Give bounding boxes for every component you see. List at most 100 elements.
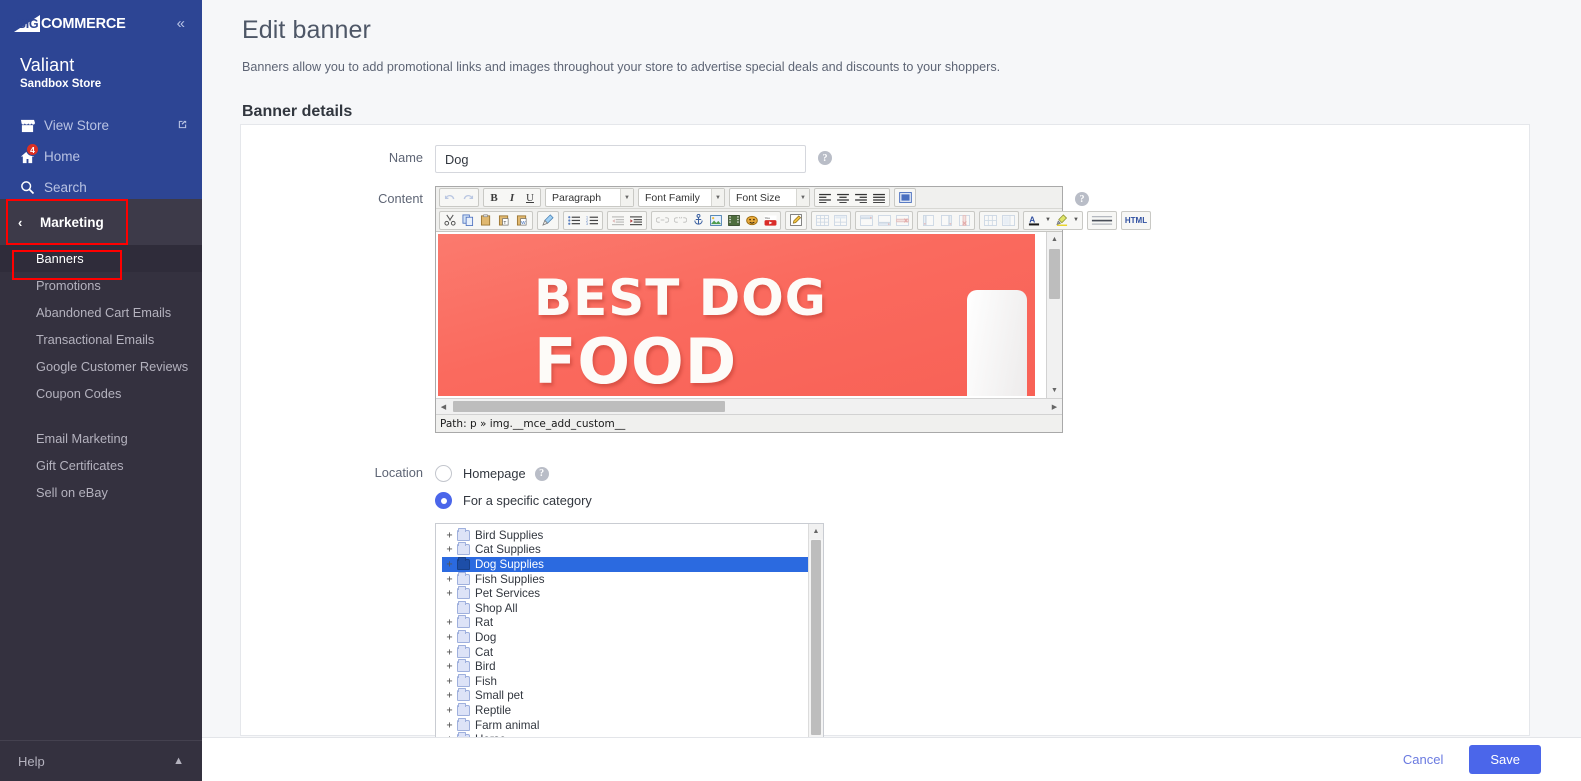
- paste-icon[interactable]: [477, 212, 495, 229]
- cut-icon[interactable]: [441, 212, 459, 229]
- youtube-icon[interactable]: You: [761, 212, 779, 229]
- category-tree-item[interactable]: + Dog Supplies: [442, 556, 823, 572]
- banner-image[interactable]: BEST DOG FOOD: [438, 234, 1035, 396]
- text-color-chevron-down-icon[interactable]: ▼: [1043, 217, 1053, 223]
- expand-toggle-icon[interactable]: +: [442, 690, 457, 701]
- background-color-chevron-down-icon[interactable]: ▼: [1071, 217, 1081, 223]
- editor-horizontal-scrollbar[interactable]: ◀ ▶: [436, 398, 1062, 414]
- delete-row-icon[interactable]: [893, 212, 911, 229]
- html-button[interactable]: HTML: [1123, 212, 1149, 229]
- location-option-homepage[interactable]: Homepage ?: [435, 460, 824, 487]
- content-help-icon[interactable]: ?: [1075, 192, 1089, 206]
- scroll-up-arrow-icon[interactable]: ▲: [1047, 232, 1062, 247]
- category-tree[interactable]: + Bird Supplies + Cat Supplies + Dog Supplies…: [435, 523, 824, 754]
- expand-toggle-icon[interactable]: +: [442, 544, 457, 555]
- sidebar-item-view-store[interactable]: View Store: [0, 110, 202, 141]
- save-button[interactable]: Save: [1469, 745, 1541, 774]
- expand-toggle-icon[interactable]: +: [442, 647, 457, 658]
- bullet-list-icon[interactable]: [565, 212, 583, 229]
- category-tree-item[interactable]: + Dog: [442, 629, 823, 645]
- radio-specific-category[interactable]: [435, 492, 452, 509]
- link-icon[interactable]: [653, 212, 671, 229]
- category-tree-item[interactable]: + Reptile: [442, 702, 823, 718]
- paste-word-icon[interactable]: W: [513, 212, 531, 229]
- double-chevron-left-icon[interactable]: «: [174, 14, 188, 33]
- category-tree-scrollbar[interactable]: ▲: [808, 524, 823, 753]
- column-after-icon[interactable]: [937, 212, 955, 229]
- insert-table-icon[interactable]: [813, 212, 831, 229]
- scroll-up-arrow-icon[interactable]: ▲: [809, 524, 823, 539]
- text-color-icon[interactable]: A: [1025, 212, 1043, 229]
- cancel-button[interactable]: Cancel: [1397, 751, 1449, 768]
- italic-button[interactable]: I: [503, 189, 521, 206]
- expand-toggle-icon[interactable]: +: [442, 661, 457, 672]
- expand-toggle-icon[interactable]: +: [442, 720, 457, 731]
- sidebar-item-google-customer-reviews[interactable]: Google Customer Reviews: [0, 353, 202, 380]
- emoji-icon[interactable]: [743, 212, 761, 229]
- paste-text-icon[interactable]: T: [495, 212, 513, 229]
- sidebar-item-coupon-codes[interactable]: Coupon Codes: [0, 380, 202, 407]
- category-tree-item[interactable]: + Bird: [442, 659, 823, 674]
- category-tree-scroll-thumb[interactable]: [811, 540, 821, 735]
- expand-toggle-icon[interactable]: +: [442, 705, 457, 716]
- category-tree-item[interactable]: Shop All: [442, 600, 823, 616]
- row-after-icon[interactable]: [875, 212, 893, 229]
- sidebar-item-home[interactable]: 4 Home: [0, 141, 202, 172]
- editor-vertical-scrollbar[interactable]: ▲ ▼: [1046, 232, 1062, 398]
- numbered-list-icon[interactable]: 123: [583, 212, 601, 229]
- expand-toggle-icon[interactable]: +: [442, 574, 457, 585]
- image-icon[interactable]: [707, 212, 725, 229]
- row-before-icon[interactable]: [857, 212, 875, 229]
- sidebar-item-sell-on-ebay[interactable]: Sell on eBay: [0, 479, 202, 506]
- expand-toggle-icon[interactable]: +: [442, 632, 457, 643]
- homepage-help-icon[interactable]: ?: [534, 466, 549, 481]
- font-family-select[interactable]: Font Family ▼: [638, 188, 725, 207]
- undo-icon[interactable]: [441, 189, 459, 206]
- background-color-icon[interactable]: [1053, 212, 1071, 229]
- radio-homepage[interactable]: [435, 465, 452, 482]
- expand-toggle-icon[interactable]: +: [442, 559, 457, 570]
- unlink-icon[interactable]: [671, 212, 689, 229]
- media-icon[interactable]: [725, 212, 743, 229]
- category-tree-item[interactable]: + Bird Supplies: [442, 527, 823, 543]
- horizontal-rule-icon[interactable]: [1089, 212, 1115, 229]
- name-help-icon[interactable]: ?: [818, 151, 832, 165]
- sidebar-section-marketing[interactable]: ‹ Marketing: [0, 199, 202, 245]
- category-tree-item[interactable]: + Pet Services: [442, 586, 823, 601]
- location-option-specific-category[interactable]: For a specific category: [435, 487, 824, 514]
- table-properties-icon[interactable]: [831, 212, 849, 229]
- name-input[interactable]: [435, 145, 806, 173]
- category-tree-item[interactable]: + Cat Supplies: [442, 542, 823, 558]
- category-tree-item[interactable]: + Fish Supplies: [442, 571, 823, 587]
- scroll-down-arrow-icon[interactable]: ▼: [1047, 383, 1062, 398]
- align-left-icon[interactable]: [816, 189, 834, 206]
- align-right-icon[interactable]: [852, 189, 870, 206]
- category-tree-item[interactable]: + Small pet: [442, 688, 823, 704]
- align-center-icon[interactable]: [834, 189, 852, 206]
- sidebar-item-promotions[interactable]: Promotions: [0, 272, 202, 299]
- expand-toggle-icon[interactable]: +: [442, 530, 457, 541]
- delete-column-icon[interactable]: [955, 212, 973, 229]
- font-size-select[interactable]: Font Size ▼: [729, 188, 810, 207]
- cleanup-brush-icon[interactable]: [539, 212, 557, 229]
- edit-source-icon[interactable]: [787, 212, 805, 229]
- sidebar-item-gift-certificates[interactable]: Gift Certificates: [0, 452, 202, 479]
- block-format-select[interactable]: Paragraph ▼: [545, 188, 634, 207]
- sidebar-item-transactional-emails[interactable]: Transactional Emails: [0, 326, 202, 353]
- redo-icon[interactable]: [459, 189, 477, 206]
- expand-toggle-icon[interactable]: +: [442, 676, 457, 687]
- column-before-icon[interactable]: [919, 212, 937, 229]
- category-tree-item[interactable]: + Rat: [442, 615, 823, 631]
- outdent-icon[interactable]: [609, 212, 627, 229]
- scroll-left-arrow-icon[interactable]: ◀: [436, 399, 451, 414]
- align-justify-icon[interactable]: [870, 189, 888, 206]
- sidebar-item-email-marketing[interactable]: Email Marketing: [0, 425, 202, 452]
- indent-icon[interactable]: [627, 212, 645, 229]
- split-cells-icon[interactable]: [981, 212, 999, 229]
- category-tree-item[interactable]: + Farm animal: [442, 717, 823, 733]
- scroll-right-arrow-icon[interactable]: ▶: [1047, 399, 1062, 414]
- sidebar-help-toggle[interactable]: Help ▲: [0, 740, 202, 781]
- editor-vertical-scroll-thumb[interactable]: [1049, 249, 1060, 299]
- sidebar-item-abandoned-cart-emails[interactable]: Abandoned Cart Emails: [0, 299, 202, 326]
- sidebar-item-banners[interactable]: Banners: [0, 245, 202, 272]
